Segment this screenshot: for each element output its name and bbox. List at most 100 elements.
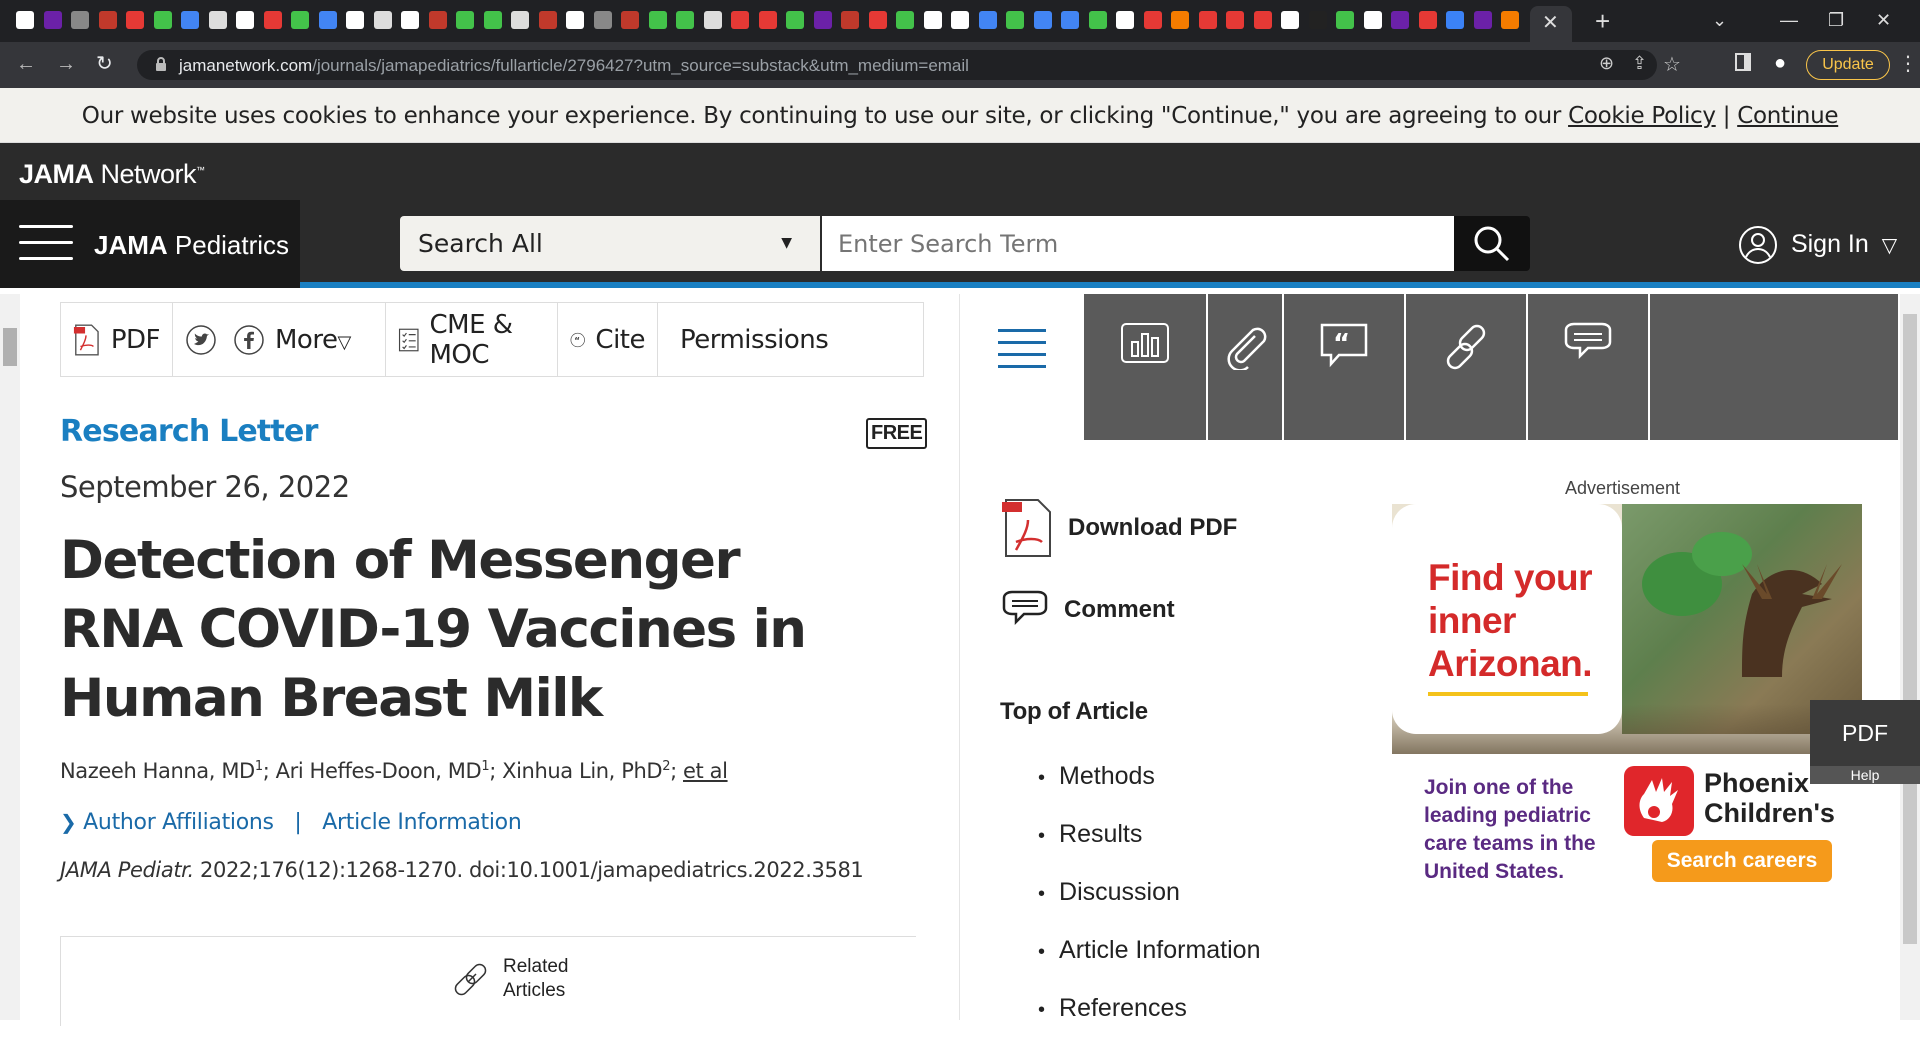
tab-favicon-icon[interactable] [566,11,584,29]
tab-favicon-icon[interactable] [181,11,199,29]
tab-favicon-icon[interactable] [1501,11,1519,29]
floating-help-button[interactable]: Help [1810,766,1920,784]
cite-tab[interactable]: “ [1284,294,1406,440]
top-of-article-link[interactable]: Top of Article [1000,698,1148,726]
tab-favicon-icon[interactable] [43,11,62,29]
tab-favicon-icon[interactable] [1253,11,1272,29]
active-tab[interactable]: ✕ [1530,6,1572,42]
tab-search-icon[interactable]: ⌄ [1712,8,1727,32]
advertisement-banner[interactable]: Find your inner Arizonan. Join one of th… [1392,504,1862,944]
tab-favicon-icon[interactable] [1226,11,1244,29]
bookmark-star-icon[interactable]: ☆ [1663,52,1681,77]
right-scrollbar[interactable] [1900,294,1920,1020]
tab-favicon-icon[interactable] [813,11,832,29]
hamburger-menu-icon[interactable] [19,225,73,263]
tab-favicon-icon[interactable] [593,11,612,29]
tab-favicon-icon[interactable] [511,11,529,29]
tab-favicon-icon[interactable] [318,11,337,29]
zoom-icon[interactable]: ⊕ [1599,53,1614,74]
toc-menu-icon[interactable] [998,329,1046,369]
journal-title[interactable]: JAMA Pediatrics [94,230,289,261]
tab-favicon-icon[interactable] [868,11,887,29]
supplement-tab[interactable] [1208,294,1284,440]
author-name[interactable]: Xinhua Lin, PhD2 [502,759,670,783]
tab-favicon-icon[interactable] [126,11,144,29]
tab-favicon-icon[interactable] [428,11,447,29]
tab-favicon-icon[interactable] [483,11,502,29]
profile-icon[interactable]: ● [1774,52,1786,75]
floating-pdf-button[interactable]: PDF [1810,700,1920,766]
ad-search-careers-button[interactable]: Search careers [1652,840,1832,882]
tab-favicon-icon[interactable] [1116,11,1134,29]
tab-favicon-icon[interactable] [71,11,89,29]
toc-item-discussion[interactable]: Discussion [1038,864,1260,922]
left-scrollbar[interactable] [0,294,20,1020]
restore-button[interactable]: ❐ [1828,8,1844,32]
tab-favicon-icon[interactable] [1308,11,1327,29]
tab-favicon-icon[interactable] [456,11,474,29]
tab-favicon-icon[interactable] [731,11,749,29]
cite-tool-button[interactable]: “ Cite [558,303,658,376]
tab-favicon-icon[interactable] [1418,11,1437,29]
tab-favicon-icon[interactable] [951,11,969,29]
tab-favicon-icon[interactable] [621,11,639,29]
tab-favicon-icon[interactable] [978,11,997,29]
search-input[interactable] [822,216,1454,271]
tab-favicon-icon[interactable] [676,11,694,29]
et-al-link[interactable]: et al [683,759,728,783]
more-button[interactable]: More▽ [275,325,351,355]
tab-favicon-icon[interactable] [98,11,117,29]
tab-favicon-icon[interactable] [786,11,804,29]
sidepanel-icon[interactable] [1735,53,1751,71]
toc-item-references[interactable]: References [1038,980,1260,1038]
cookie-continue-link[interactable]: Continue [1737,103,1838,129]
tab-favicon-icon[interactable] [1033,11,1052,29]
browser-menu-icon[interactable]: ⋮ [1898,51,1918,76]
tab-favicon-icon[interactable] [1336,11,1354,29]
related-articles-button[interactable]: Related Articles [451,955,583,1003]
tab-favicon-icon[interactable] [291,11,309,29]
tab-favicon-icon[interactable] [263,11,282,29]
tab-favicon-icon[interactable] [153,11,172,29]
toc-item-results[interactable]: Results [1038,806,1260,864]
toc-item-methods[interactable]: Methods [1038,748,1260,806]
author-name[interactable]: Ari Heffes-Doon, MD1 [276,759,490,783]
cme-tool-button[interactable]: CME & MOC [386,303,558,376]
tab-favicon-icon[interactable] [1171,11,1189,29]
tab-favicon-icon[interactable] [1391,11,1409,29]
article-information-link[interactable]: Article Information [322,810,522,835]
tab-favicon-icon[interactable] [538,11,557,29]
comment-link[interactable]: Comment [1000,590,1175,630]
comments-tab[interactable] [1528,294,1650,440]
tab-favicon-icon[interactable] [346,11,364,29]
tab-favicon-icon[interactable] [703,11,722,29]
tab-favicon-icon[interactable] [1061,11,1079,29]
tab-favicon-icon[interactable] [758,11,777,29]
tab-favicon-icon[interactable] [648,11,667,29]
toc-item-article-information[interactable]: Article Information [1038,922,1260,980]
reload-button[interactable]: ↻ [96,52,113,76]
author-affiliations-link[interactable]: Author Affiliations [83,810,274,835]
lock-icon[interactable] [155,56,167,77]
tab-favicon-icon[interactable] [841,11,859,29]
twitter-icon[interactable] [185,324,217,356]
facebook-icon[interactable] [233,324,265,356]
new-tab-button[interactable]: + [1595,6,1610,36]
download-pdf-link[interactable]: Download PDF [1000,498,1237,558]
address-bar[interactable]: jamanetwork.com/journals/jamapediatrics/… [137,50,1681,80]
tab-favicon-icon[interactable] [16,11,34,29]
floating-pdf-widget[interactable]: PDF Help [1810,700,1920,784]
cookie-policy-link[interactable]: Cookie Policy [1568,103,1716,129]
tab-favicon-icon[interactable] [1198,11,1217,29]
tab-favicon-icon[interactable] [1281,11,1299,29]
pdf-tool-button[interactable]: PDF [61,303,173,376]
permissions-tool-button[interactable]: Permissions [658,303,829,376]
minimize-button[interactable]: — [1780,8,1798,32]
tab-favicon-icon[interactable] [923,11,942,29]
tab-favicon-icon[interactable] [896,11,914,29]
search-button[interactable] [1454,216,1530,271]
tab-favicon-icon[interactable] [1006,11,1024,29]
tab-favicon-icon[interactable] [1088,11,1107,29]
related-tab[interactable] [1406,294,1528,440]
tab-favicon-icon[interactable] [1473,11,1492,29]
